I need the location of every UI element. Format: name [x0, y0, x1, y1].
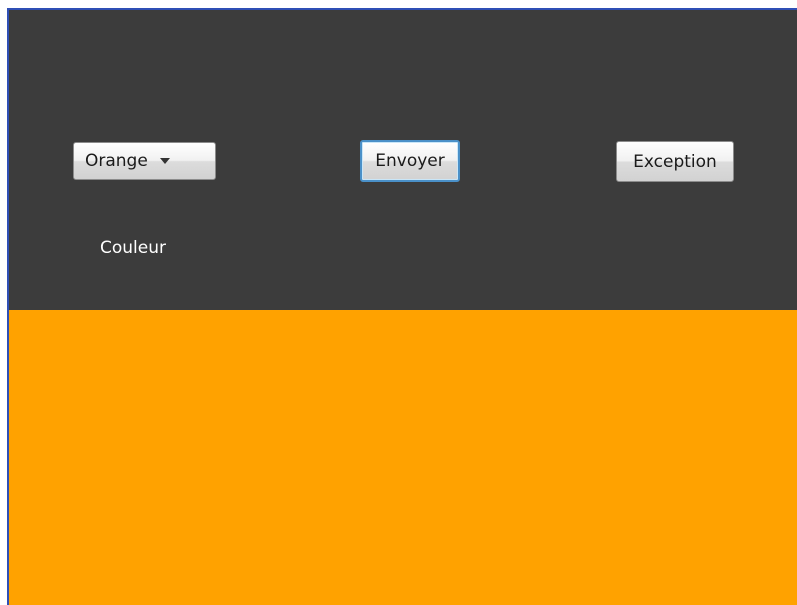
color-label: Couleur — [100, 238, 166, 258]
app-window: Orange Envoyer Exception Couleur — [0, 0, 797, 605]
color-display-area — [9, 310, 797, 605]
exception-button[interactable]: Exception — [616, 141, 734, 182]
triangle-down-icon — [159, 158, 170, 164]
color-select-value: Orange — [85, 151, 148, 171]
color-select[interactable]: Orange — [73, 142, 216, 180]
send-button[interactable]: Envoyer — [360, 140, 460, 182]
exception-button-label: Exception — [633, 151, 717, 172]
send-button-label: Envoyer — [375, 151, 445, 171]
